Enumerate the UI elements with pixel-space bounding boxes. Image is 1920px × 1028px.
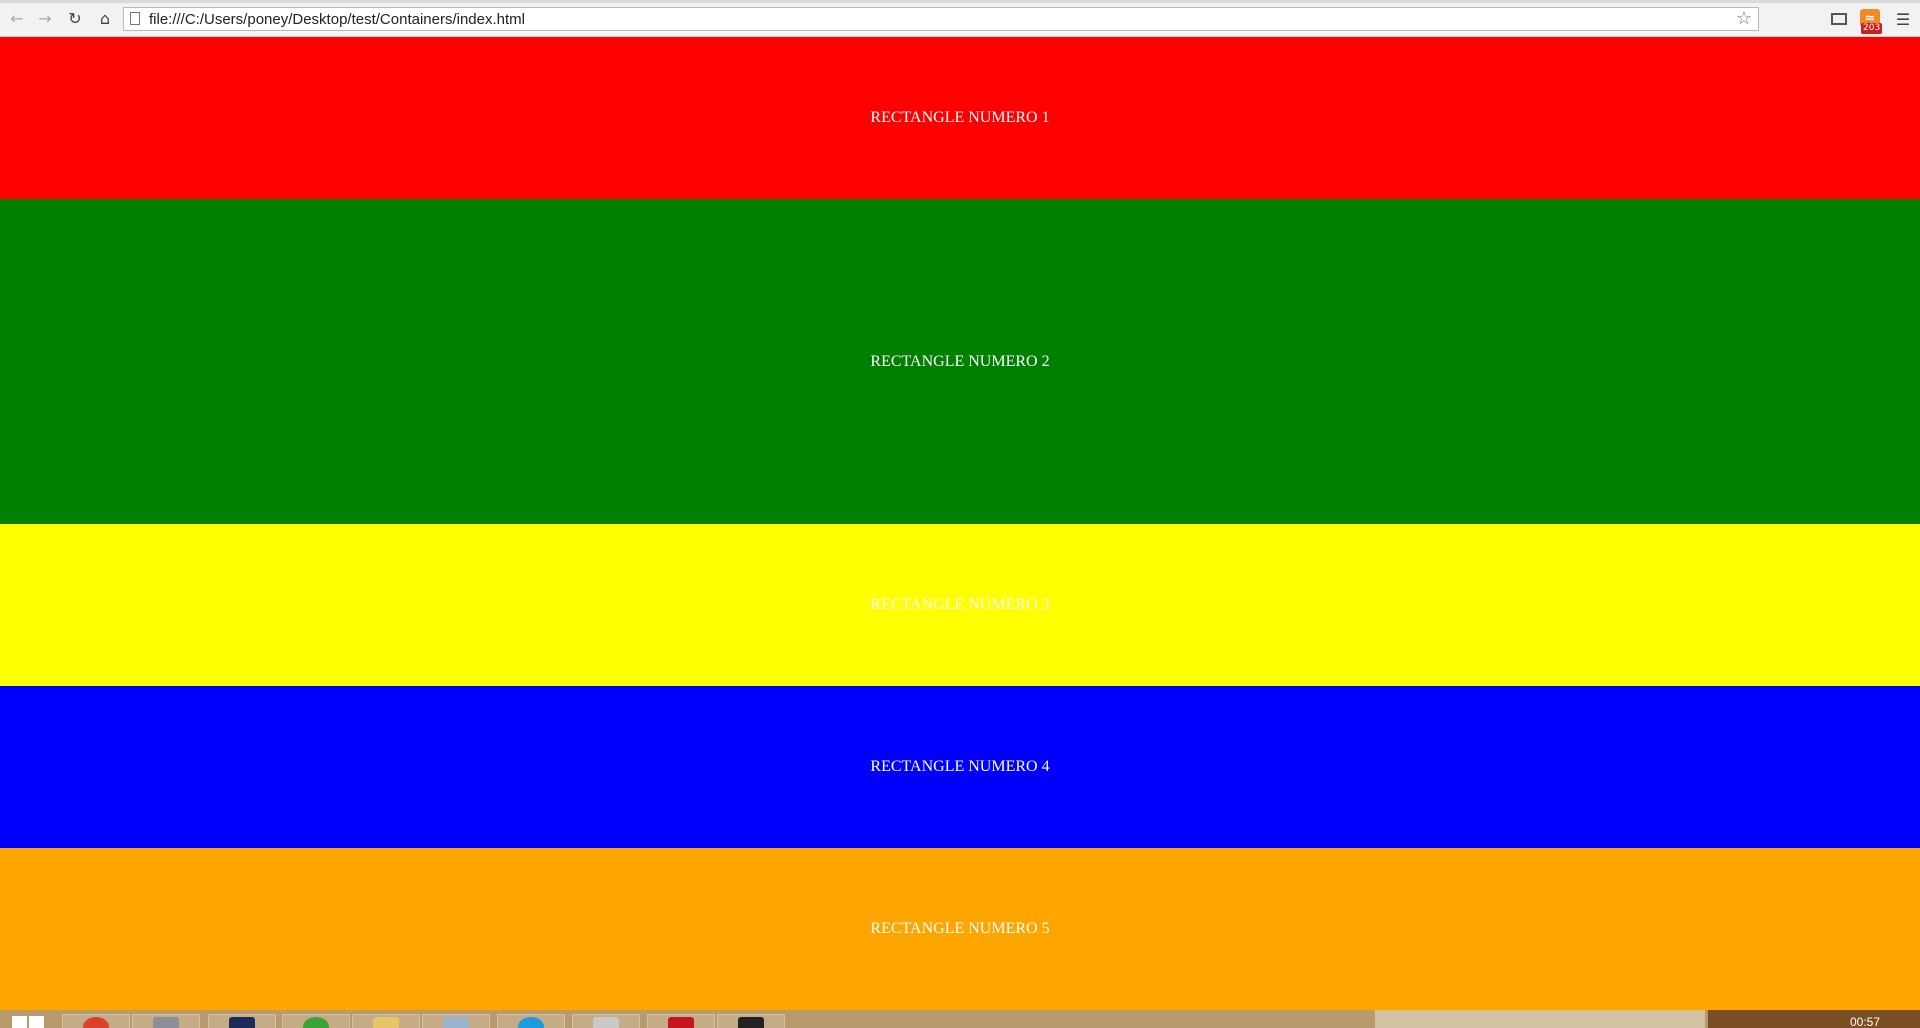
clock-time: 00:57: [1849, 1015, 1880, 1028]
back-icon[interactable]: ←: [6, 8, 28, 30]
rectangle-5: RECTANGLE NUMERO 5: [0, 848, 1920, 1010]
taskbar-app-folder[interactable]: [352, 1014, 420, 1028]
taskbar-app-2[interactable]: [132, 1014, 200, 1028]
rectangle-2: RECTANGLE NUMERO 2: [0, 199, 1920, 524]
rectangle-1: RECTANGLE NUMERO 1: [0, 37, 1920, 199]
page-content: RECTANGLE NUMERO 1 RECTANGLE NUMERO 2 RE…: [0, 37, 1920, 1010]
taskbar-app-skype[interactable]: [497, 1014, 565, 1028]
windows-start-icon[interactable]: [12, 1016, 48, 1028]
url-text[interactable]: file:///C:/Users/poney/Desktop/test/Cont…: [149, 11, 525, 28]
taskbar-app-filezilla[interactable]: [647, 1014, 715, 1028]
browser-toolbar: ← → ↻ ⌂ file:///C:/Users/poney/Desktop/t…: [0, 0, 1920, 37]
rectangle-5-label: RECTANGLE NUMERO 5: [870, 920, 1050, 937]
page-icon: [130, 12, 140, 25]
rectangle-3: RECTANGLE NUMERO 3: [0, 524, 1920, 686]
cast-icon[interactable]: [1828, 8, 1850, 30]
taskbar-app-files[interactable]: [422, 1014, 490, 1028]
rectangle-3-label: RECTANGLE NUMERO 3: [870, 596, 1050, 613]
clock-area[interactable]: 00:57: [1708, 1010, 1920, 1028]
taskbar-app-green[interactable]: [282, 1014, 350, 1028]
menu-icon[interactable]: ☰: [1892, 8, 1914, 30]
taskbar-app-photoshop[interactable]: [208, 1014, 276, 1028]
rectangle-1-label: RECTANGLE NUMERO 1: [870, 109, 1050, 126]
home-icon[interactable]: ⌂: [94, 8, 116, 30]
rectangle-4: RECTANGLE NUMERO 4: [0, 686, 1920, 848]
address-bar[interactable]: file:///C:/Users/poney/Desktop/test/Cont…: [123, 7, 1759, 31]
system-tray: [1375, 1010, 1705, 1028]
taskbar-app-chrome[interactable]: [62, 1014, 130, 1028]
taskbar-app-terminal[interactable]: [717, 1014, 785, 1028]
forward-icon[interactable]: →: [34, 8, 56, 30]
rectangle-2-label: RECTANGLE NUMERO 2: [870, 352, 1050, 370]
reload-icon[interactable]: ↻: [64, 8, 86, 30]
rectangle-4-label: RECTANGLE NUMERO 4: [870, 758, 1050, 775]
tab-strip: [0, 0, 1920, 3]
bookmark-star-icon[interactable]: ☆: [1736, 8, 1752, 29]
taskbar-app-docs[interactable]: [572, 1014, 640, 1028]
rss-badge: 203: [1861, 23, 1883, 34]
taskbar: 00:57: [0, 1010, 1920, 1028]
